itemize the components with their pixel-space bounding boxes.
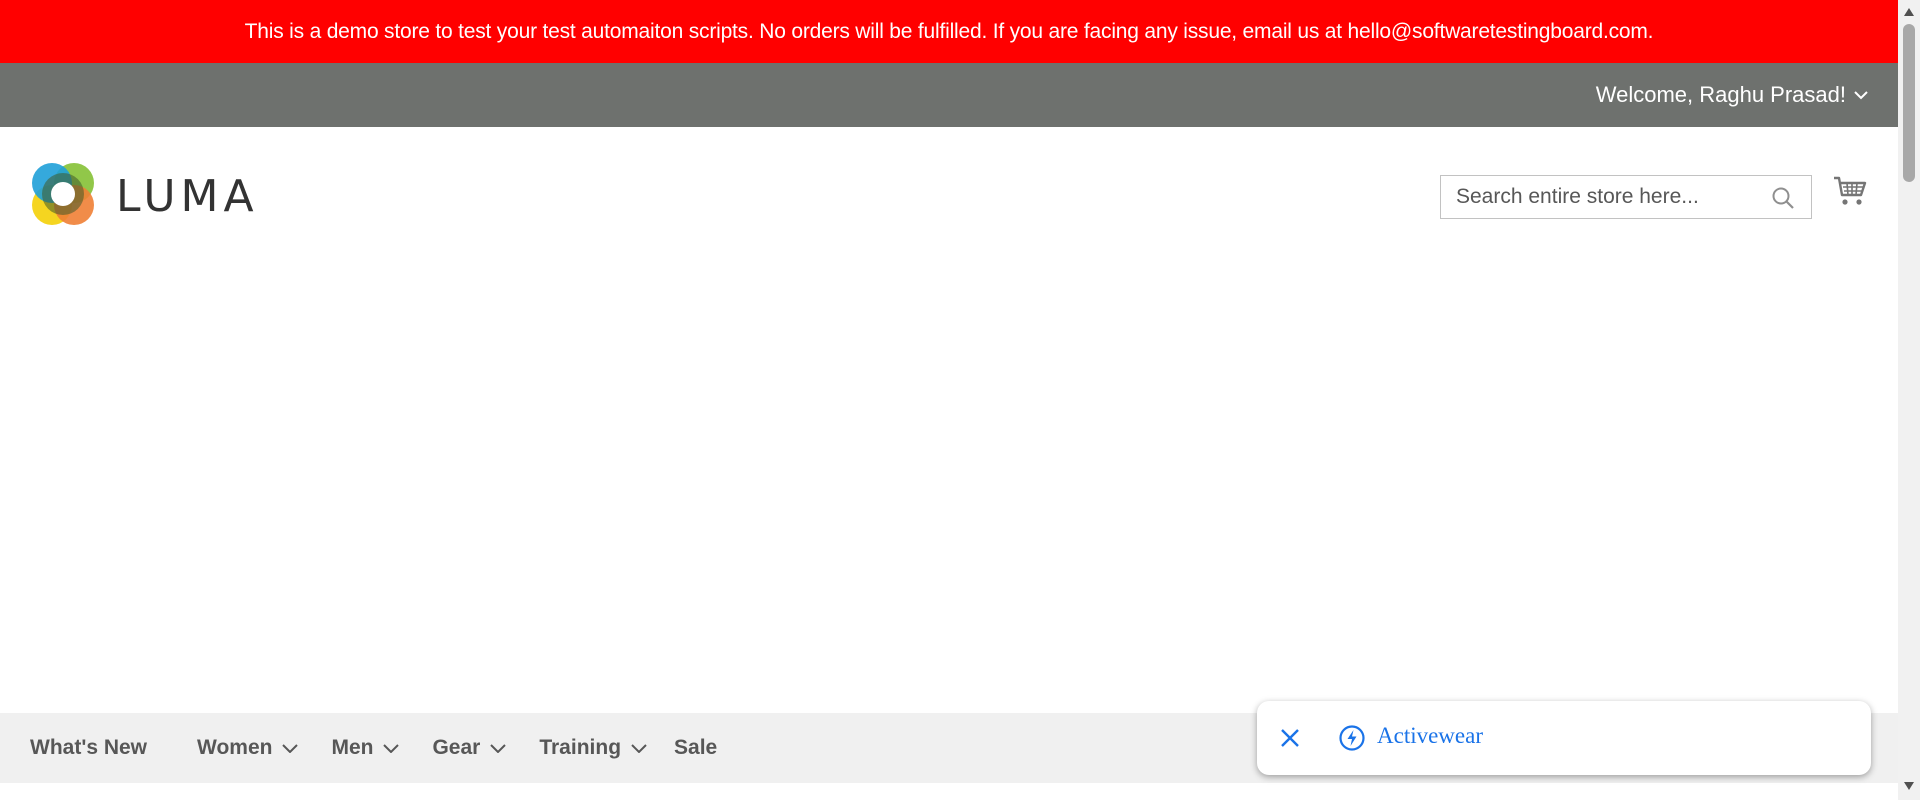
nav-item-gear[interactable]: Gear bbox=[432, 736, 507, 760]
nav-item-sale[interactable]: Sale bbox=[674, 736, 717, 760]
store-logo[interactable]: LUMA bbox=[30, 161, 259, 232]
nav-item-label: Gear bbox=[432, 736, 481, 759]
chevron-down-icon bbox=[282, 743, 299, 753]
chevron-down-icon bbox=[1854, 90, 1868, 100]
page: This is a demo store to test your test a… bbox=[0, 0, 1898, 800]
nav-item-women[interactable]: Women bbox=[197, 736, 299, 760]
chevron-down-icon bbox=[631, 743, 647, 753]
nav-item-label: Men bbox=[331, 736, 374, 759]
search-icon[interactable] bbox=[1771, 186, 1795, 215]
scroll-down-arrow-icon[interactable] bbox=[1903, 778, 1915, 796]
luma-logo-icon bbox=[30, 161, 96, 232]
chevron-down-icon bbox=[383, 743, 400, 753]
nav-item-training[interactable]: Training bbox=[539, 736, 647, 760]
welcome-text: Welcome, Raghu Prasad! bbox=[1595, 82, 1846, 107]
panel-header: Welcome, Raghu Prasad! bbox=[0, 63, 1898, 127]
search-form bbox=[1440, 175, 1812, 219]
lightning-icon bbox=[1338, 724, 1366, 757]
header-main: LUMA bbox=[0, 127, 1898, 257]
customer-welcome-toggle[interactable]: Welcome, Raghu Prasad! bbox=[1596, 63, 1868, 127]
scroll-up-arrow-icon[interactable] bbox=[1903, 4, 1915, 22]
nav-item-label: Women bbox=[197, 736, 273, 759]
nav-item-label: What's New bbox=[30, 736, 148, 759]
nav-item-men[interactable]: Men bbox=[331, 736, 400, 760]
scrollbar-thumb[interactable] bbox=[1903, 24, 1915, 182]
search-input[interactable] bbox=[1454, 184, 1768, 210]
demo-notice-text: This is a demo store to test your test a… bbox=[244, 19, 1654, 43]
close-icon[interactable] bbox=[1279, 727, 1301, 754]
logo-wordmark: LUMA bbox=[116, 171, 259, 222]
nav-item-label: Training bbox=[539, 736, 622, 759]
autofill-suggestion-label[interactable]: Activewear bbox=[1377, 723, 1483, 749]
page-scrollbar[interactable] bbox=[1898, 0, 1920, 800]
nav-item-label: Sale bbox=[674, 736, 718, 759]
chevron-down-icon bbox=[490, 743, 507, 753]
cart-icon[interactable] bbox=[1833, 175, 1867, 212]
nav-item-whats-new[interactable]: What's New bbox=[30, 736, 147, 760]
demo-notice-banner: This is a demo store to test your test a… bbox=[0, 0, 1898, 63]
autofill-suggestion-popup: Activewear bbox=[1257, 701, 1871, 775]
